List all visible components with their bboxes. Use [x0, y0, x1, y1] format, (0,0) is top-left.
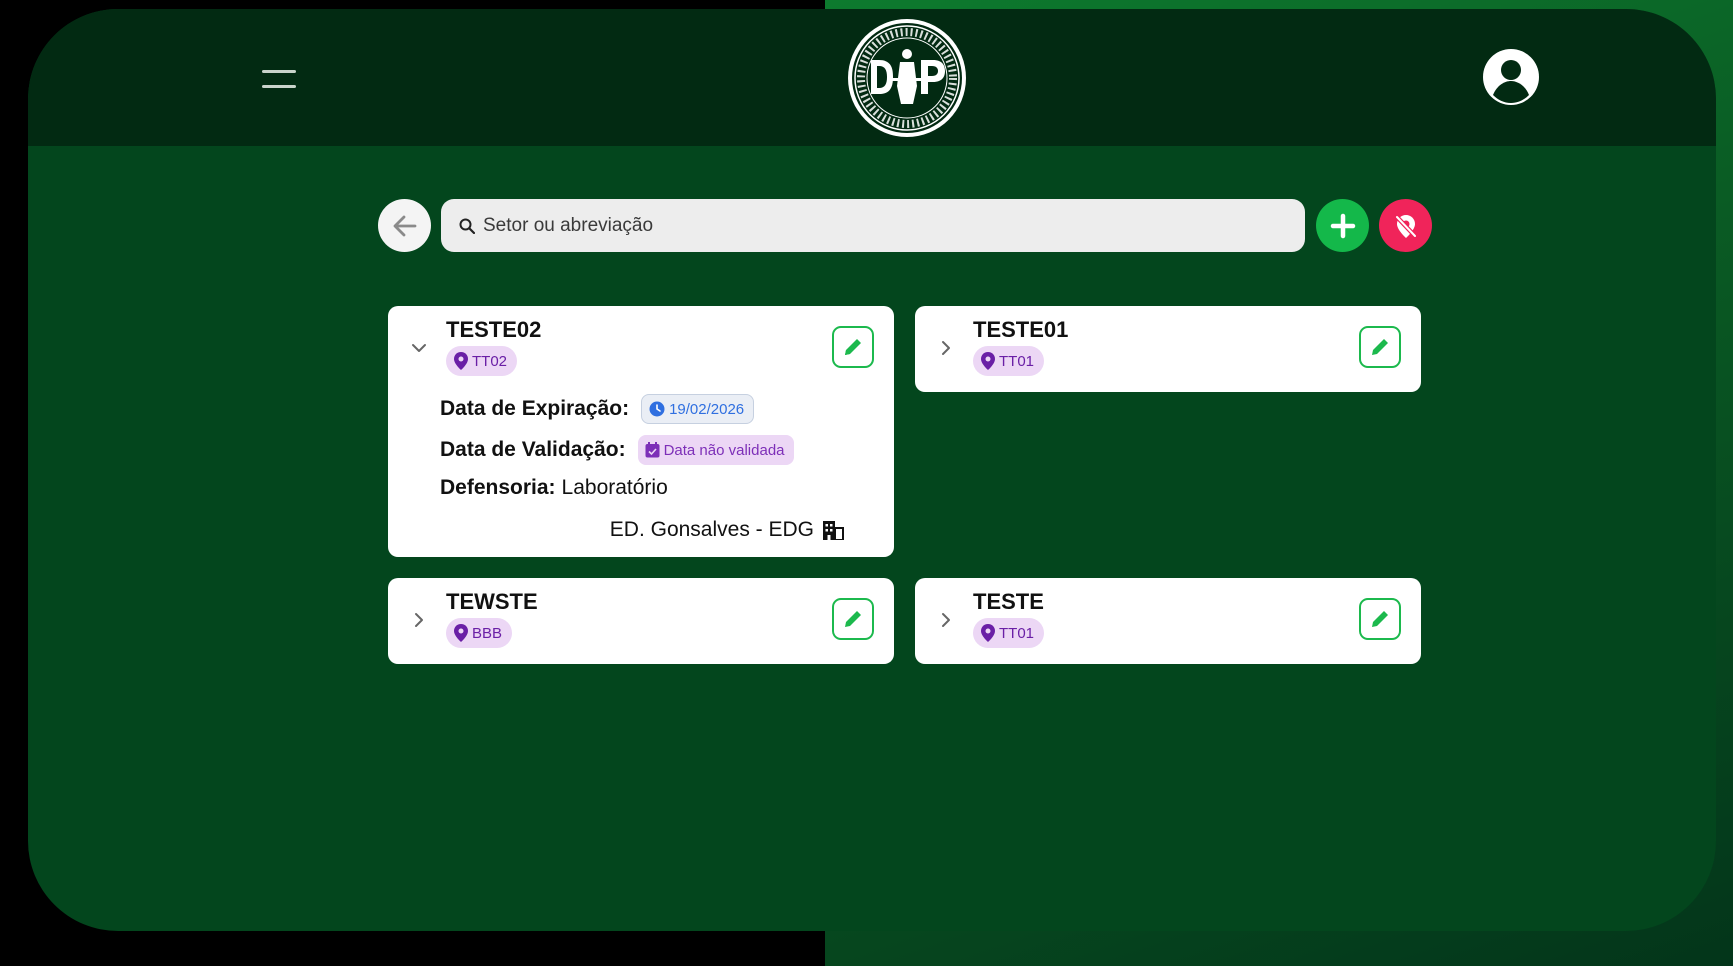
sector-tag-label: TT01 — [999, 352, 1035, 370]
edit-button[interactable] — [832, 326, 874, 368]
location-off-icon — [1394, 214, 1417, 238]
expiration-row: Data de Expiração: 19/02/2026 — [440, 394, 755, 424]
expiration-label: Data de Expiração: — [440, 397, 630, 420]
back-button[interactable] — [378, 199, 431, 252]
expiration-value: 19/02/2026 — [669, 400, 745, 418]
validation-row: Data de Validação: Data não validada — [440, 435, 794, 465]
sector-tag-label: TT01 — [999, 624, 1035, 642]
chevron-right-icon[interactable] — [937, 339, 955, 357]
pencil-icon — [1372, 611, 1388, 627]
pencil-icon — [1372, 339, 1388, 355]
building-info: ED. Gonsalves - EDG — [610, 518, 844, 542]
pencil-icon — [845, 339, 861, 355]
card-title: TESTE — [973, 589, 1044, 614]
sector-tag-label: TT02 — [472, 352, 508, 370]
card-title: TEWSTE — [446, 589, 538, 614]
sector-tag: TT01 — [973, 346, 1045, 376]
sector-card[interactable]: TEWSTE BBB — [388, 578, 894, 664]
edit-button[interactable] — [1359, 326, 1401, 368]
plus-icon — [1330, 213, 1355, 238]
search-input[interactable] — [483, 214, 1283, 237]
expiration-date-chip: 19/02/2026 — [641, 394, 755, 424]
edit-button[interactable] — [832, 598, 874, 640]
sector-card[interactable]: TESTE TT01 — [915, 578, 1421, 664]
defensoria-value: Laboratório — [561, 476, 668, 499]
sector-tag-label: BBB — [472, 624, 503, 642]
validation-value: Data não validada — [663, 441, 785, 459]
building-label: ED. Gonsalves - EDG — [609, 518, 814, 541]
logo-seal — [848, 19, 966, 137]
search-icon — [459, 218, 475, 234]
location-off-button[interactable] — [1379, 199, 1432, 252]
map-pin-icon — [981, 352, 995, 370]
top-header — [28, 9, 1716, 146]
add-button[interactable] — [1316, 199, 1369, 252]
pencil-icon — [845, 611, 861, 627]
search-bar[interactable] — [441, 199, 1305, 252]
validation-label: Data de Validação: — [440, 438, 626, 461]
calendar-check-icon — [645, 442, 660, 458]
map-pin-icon — [981, 624, 995, 642]
building-icon — [823, 521, 844, 540]
app-window: TESTE02 TT02 Data de Expiração: 19/02/20… — [28, 9, 1716, 931]
defensoria-row: Defensoria: Laboratório — [440, 476, 668, 500]
map-pin-icon — [454, 624, 468, 642]
card-title: TESTE02 — [446, 317, 542, 342]
chevron-down-icon[interactable] — [410, 339, 428, 357]
sector-tag: TT01 — [973, 618, 1045, 648]
map-pin-icon — [454, 352, 468, 370]
edit-button[interactable] — [1359, 598, 1401, 640]
sector-card[interactable]: TESTE02 TT02 Data de Expiração: 19/02/20… — [388, 306, 894, 557]
card-title: TESTE01 — [973, 317, 1069, 342]
chevron-right-icon[interactable] — [410, 611, 428, 629]
user-avatar-icon[interactable] — [1482, 48, 1540, 106]
clock-icon — [649, 401, 665, 417]
menu-icon[interactable] — [262, 68, 296, 92]
chevron-right-icon[interactable] — [937, 611, 955, 629]
validation-status-chip: Data não validada — [637, 435, 794, 465]
arrow-left-icon — [393, 215, 416, 236]
sector-tag: BBB — [446, 618, 513, 648]
defensoria-label: Defensoria: — [440, 476, 556, 499]
sector-tag: TT02 — [446, 346, 518, 376]
sector-card[interactable]: TESTE01 TT01 — [915, 306, 1421, 392]
